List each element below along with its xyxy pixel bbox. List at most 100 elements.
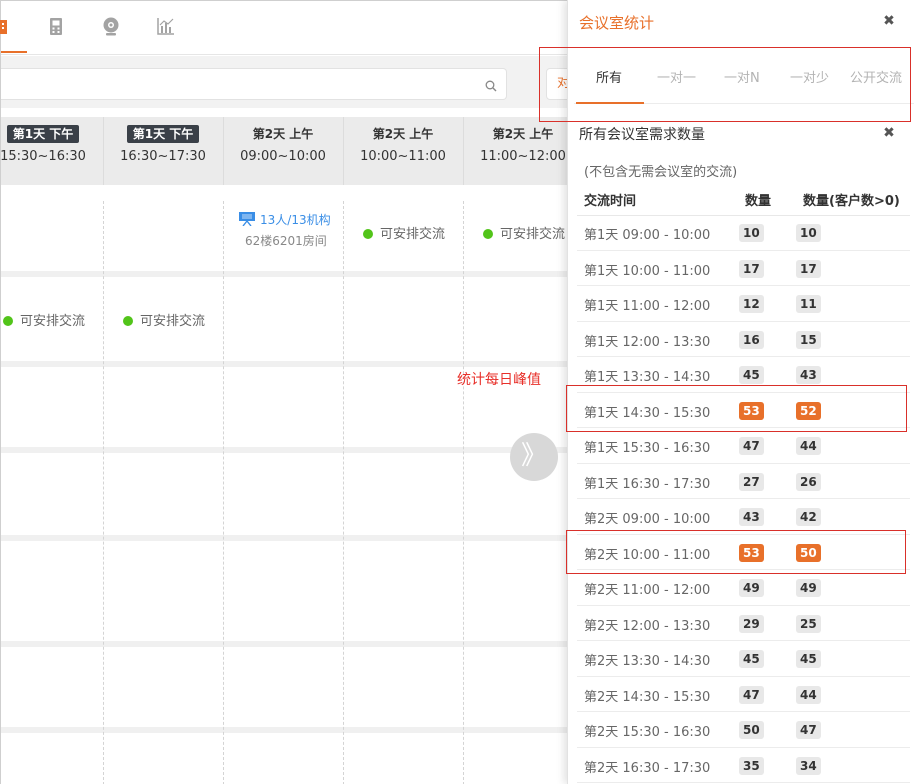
column-day-label: 第2天 上午 xyxy=(252,127,314,141)
column-day-label: 第1天 下午 xyxy=(126,125,200,143)
column-header-time: 交流时间 xyxy=(584,194,637,209)
annotation-box-peak-day1 xyxy=(566,385,907,432)
row-count-badge: 27 xyxy=(739,472,764,491)
column-header: 第1天 下午 15:30~16:30 xyxy=(0,117,103,185)
available-slot[interactable]: 可安排交流 xyxy=(483,223,565,242)
row-count-clients-badge: 11 xyxy=(796,295,821,313)
available-slot[interactable]: 可安排交流 xyxy=(123,310,205,329)
column-time-label: 10:00~11:00 xyxy=(360,149,446,164)
row-time: 第2天 15:30 - 16:30 xyxy=(584,725,711,740)
booking-card[interactable]: 13人/13机构 62楼6201房间 xyxy=(239,211,331,249)
search-icon[interactable] xyxy=(485,77,497,92)
row-time: 第2天 11:00 - 12:00 xyxy=(584,583,711,598)
building-icon[interactable] xyxy=(0,17,9,35)
available-dot-icon xyxy=(483,229,493,239)
row-time: 第2天 09:00 - 10:00 xyxy=(584,512,711,527)
booking-room: 62楼6201房间 xyxy=(245,234,327,248)
presentation-icon xyxy=(239,212,255,227)
row-count-badge: 35 xyxy=(739,756,764,775)
row-count-clients-badge: 17 xyxy=(796,259,821,278)
row-count-clients-badge: 15 xyxy=(796,330,821,349)
table-row: 第2天 15:30 - 16:30 50 47 xyxy=(577,712,910,748)
row-time: 第1天 13:30 - 14:30 xyxy=(584,370,711,385)
row-time: 第2天 13:30 - 14:30 xyxy=(584,654,711,669)
row-count-badge: 12 xyxy=(739,295,764,313)
table-row: 第1天 16:30 - 17:30 27 26 xyxy=(577,464,910,499)
row-count-clients-badge: 45 xyxy=(796,650,821,668)
table-row: 第1天 12:00 - 13:30 16 15 xyxy=(577,322,910,357)
annotation-box-peak-day2 xyxy=(566,530,906,574)
column-header: 第2天 上午 11:00~12:00 xyxy=(463,117,583,185)
row-count-clients-badge: 42 xyxy=(796,508,821,526)
grid-column-divider xyxy=(463,201,464,784)
booking-attendees[interactable]: 13人/13机构 xyxy=(260,213,331,227)
row-count-badge: 16 xyxy=(739,330,764,349)
row-count-badge: 50 xyxy=(739,721,764,739)
column-time-label: 16:30~17:30 xyxy=(120,149,206,164)
row-time: 第2天 14:30 - 15:30 xyxy=(584,689,711,705)
chart-icon[interactable] xyxy=(155,15,177,37)
column-day-label: 第1天 下午 xyxy=(6,125,80,143)
row-count-clients-badge: 10 xyxy=(796,224,821,242)
close-icon[interactable]: ✖ xyxy=(882,126,896,140)
annotation-box-tabs xyxy=(539,47,911,122)
row-count-clients-badge: 44 xyxy=(796,437,821,455)
table-row: 第2天 14:30 - 15:30 47 44 xyxy=(577,677,910,712)
row-count-badge: 17 xyxy=(739,259,764,278)
row-count-clients-badge: 49 xyxy=(796,579,821,597)
column-time-label: 15:30~16:30 xyxy=(0,149,86,164)
column-time-label: 11:00~12:00 xyxy=(480,149,566,164)
table-row: 第2天 16:30 - 17:30 35 34 xyxy=(577,748,910,783)
expand-panel-button[interactable]: 》 xyxy=(510,433,558,481)
table-row: 第2天 11:00 - 12:00 49 49 xyxy=(577,570,910,606)
annotation-peak-label: 统计每日峰值 xyxy=(457,372,541,388)
available-slot[interactable]: 可安排交流 xyxy=(363,223,445,242)
row-time: 第1天 10:00 - 11:00 xyxy=(584,263,711,279)
active-tab-underline xyxy=(1,51,27,53)
table-row: 第2天 12:00 - 13:30 29 25 xyxy=(577,606,910,641)
column-header: 第2天 上午 09:00~10:00 xyxy=(223,117,343,185)
row-count-badge: 47 xyxy=(739,685,764,704)
column-header: 第1天 下午 16:30~17:30 xyxy=(103,117,223,185)
available-dot-icon xyxy=(123,316,133,326)
row-count-clients-badge: 34 xyxy=(796,756,821,775)
row-time: 第1天 09:00 - 10:00 xyxy=(584,228,711,243)
row-count-badge: 49 xyxy=(739,579,764,597)
column-header-count-clients: 数量(客户数>0) xyxy=(803,194,900,209)
row-count-badge: 43 xyxy=(739,508,764,526)
row-time: 第1天 16:30 - 17:30 xyxy=(584,476,711,492)
row-count-clients-badge: 47 xyxy=(796,721,821,739)
table-row: 第2天 13:30 - 14:30 45 45 xyxy=(577,641,910,677)
table-row: 第1天 09:00 - 10:00 10 10 xyxy=(577,215,910,251)
row-count-badge: 47 xyxy=(739,437,764,455)
table-row: 第1天 11:00 - 12:00 12 11 xyxy=(577,286,910,322)
row-count-badge: 10 xyxy=(739,224,764,242)
phone-icon[interactable] xyxy=(45,15,67,37)
column-header: 第2天 上午 10:00~11:00 xyxy=(343,117,463,185)
row-count-badge: 45 xyxy=(739,366,764,384)
search-input[interactable] xyxy=(1,68,507,100)
column-header-count: 数量 xyxy=(745,194,772,209)
row-time: 第1天 15:30 - 16:30 xyxy=(584,441,711,456)
column-day-label: 第2天 上午 xyxy=(372,127,434,141)
row-count-clients-badge: 43 xyxy=(796,366,821,384)
available-dot-icon xyxy=(363,229,373,239)
row-time: 第2天 12:00 - 13:30 xyxy=(584,618,711,634)
row-count-badge: 45 xyxy=(739,650,764,668)
available-dot-icon xyxy=(3,316,13,326)
webcam-icon[interactable] xyxy=(100,15,122,37)
row-count-clients-badge: 25 xyxy=(796,614,821,633)
section-note: (不包含无需会议室的交流) xyxy=(584,165,738,180)
row-count-badge: 29 xyxy=(739,614,764,633)
table-header: 交流时间 数量 数量(客户数>0) xyxy=(577,184,910,216)
available-slot[interactable]: 可安排交流 xyxy=(3,310,85,329)
grid-column-divider xyxy=(223,201,224,784)
grid-column-divider xyxy=(343,201,344,784)
row-time: 第1天 11:00 - 12:00 xyxy=(584,299,711,314)
close-icon[interactable]: ✖ xyxy=(882,14,896,28)
panel-title: 会议室统计 xyxy=(579,14,655,32)
table-row: 第1天 10:00 - 11:00 17 17 xyxy=(577,251,910,286)
row-time: 第1天 12:00 - 13:30 xyxy=(584,334,711,350)
grid-column-divider xyxy=(103,201,104,784)
table-row: 第1天 15:30 - 16:30 47 44 xyxy=(577,428,910,464)
